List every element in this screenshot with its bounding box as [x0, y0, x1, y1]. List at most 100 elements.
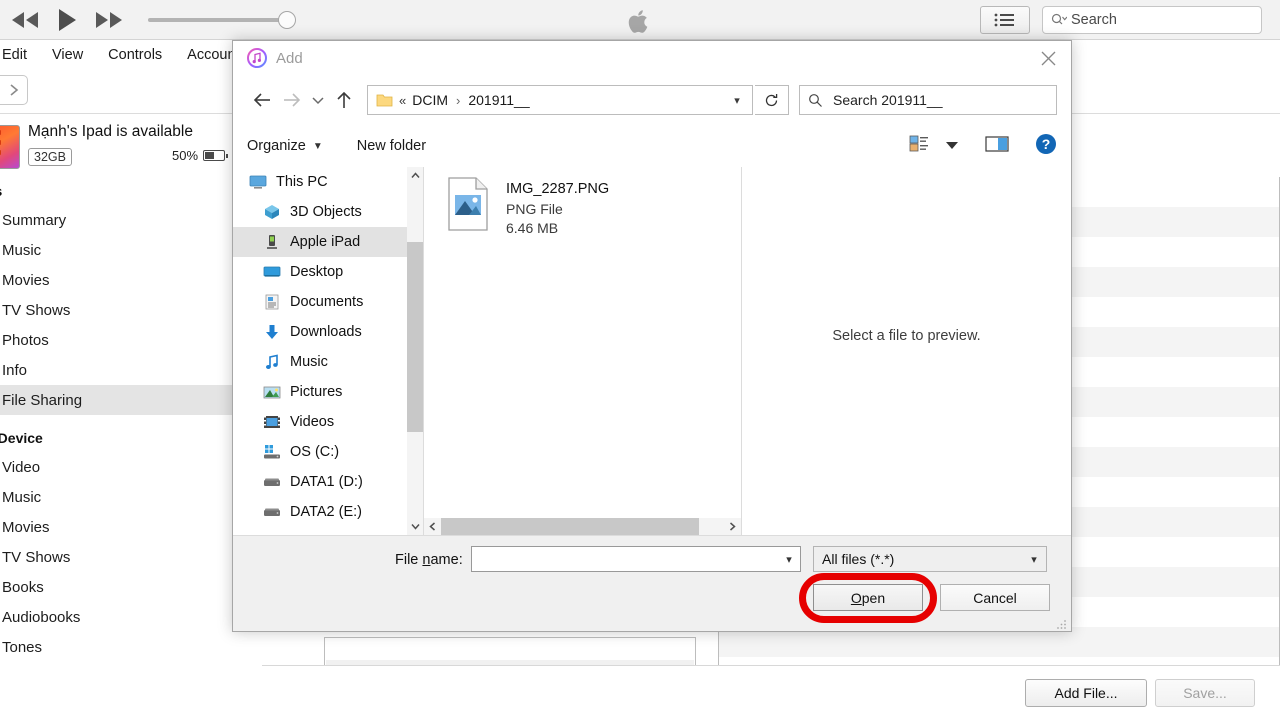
- file-name-input[interactable]: ▾: [471, 546, 801, 572]
- sidebar-device-music[interactable]: Music: [0, 482, 232, 512]
- tree-item-label: Documents: [290, 294, 364, 310]
- chevron-right-icon[interactable]: [0, 75, 28, 105]
- tree-item-music[interactable]: Music: [233, 347, 407, 377]
- folder-icon: [376, 93, 393, 107]
- tree-item-this-pc[interactable]: This PC: [233, 167, 407, 197]
- file-list-scroll-thumb[interactable]: [441, 518, 699, 535]
- list-item[interactable]: IMG_2287.PNG PNG File 6.46 MB: [446, 177, 609, 236]
- tree-item-documents[interactable]: Documents: [233, 287, 407, 317]
- refresh-icon[interactable]: [755, 85, 789, 115]
- preview-pane: Select a file to preview.: [741, 167, 1071, 535]
- device-name: Mạnh's Ipad is available: [28, 123, 193, 140]
- transport-controls: [8, 0, 126, 40]
- scroll-right-icon[interactable]: [724, 518, 741, 535]
- cancel-button[interactable]: Cancel: [940, 584, 1050, 611]
- sidebar-item-summary[interactable]: Summary: [0, 205, 232, 235]
- menu-edit[interactable]: Edit: [2, 47, 27, 63]
- tree-scroll-track[interactable]: [407, 184, 423, 518]
- tree-item-os-c[interactable]: OS (C:): [233, 437, 407, 467]
- search-icon: [1051, 13, 1067, 25]
- sidebar-item-tvshows[interactable]: TV Shows: [0, 295, 232, 325]
- chevron-down-icon[interactable]: ▾: [778, 553, 800, 566]
- file-list-scroll-track[interactable]: [441, 518, 724, 535]
- sidebar-device-video[interactable]: Video: [0, 452, 232, 482]
- tree-item-desktop[interactable]: Desktop: [233, 257, 407, 287]
- tree-item-label: Desktop: [290, 264, 344, 280]
- arrow-left-icon[interactable]: [247, 85, 277, 115]
- scroll-down-icon[interactable]: [407, 518, 423, 535]
- chevron-down-icon[interactable]: [307, 85, 329, 115]
- view-options-icon[interactable]: [909, 135, 929, 158]
- chevron-down-icon: ▼: [312, 140, 323, 152]
- chevron-down-icon[interactable]: [945, 137, 959, 155]
- scroll-up-icon[interactable]: [407, 167, 423, 184]
- rewind-icon[interactable]: [8, 10, 42, 30]
- sidebar-device-books[interactable]: Books: [0, 572, 232, 602]
- sidebar-device-audiobooks[interactable]: Audiobooks: [0, 602, 232, 632]
- itunes-search-input[interactable]: Search: [1042, 6, 1262, 34]
- organize-button[interactable]: Organize ▼: [247, 138, 323, 154]
- dialog-toolbar: Organize ▼ New folder ?: [233, 125, 1071, 167]
- chevron-down-icon[interactable]: ▾: [726, 94, 748, 107]
- volume-slider[interactable]: [148, 0, 296, 40]
- breadcrumb-dcim[interactable]: DCIM: [412, 92, 448, 108]
- tree-item-data1-d[interactable]: DATA1 (D:): [233, 467, 407, 497]
- tree-item-apple-ipad[interactable]: Apple iPad: [233, 227, 407, 257]
- resize-grip[interactable]: [1056, 617, 1068, 629]
- breadcrumb-separator: ›: [456, 92, 461, 108]
- tree-vertical-scrollbar[interactable]: [407, 167, 423, 535]
- sidebar-device-movies[interactable]: Movies: [0, 512, 232, 542]
- breadcrumb-201911[interactable]: 201911__: [468, 92, 529, 108]
- file-list[interactable]: IMG_2287.PNG PNG File 6.46 MB: [423, 167, 741, 535]
- sidebar-item-photos[interactable]: Photos: [0, 325, 232, 355]
- battery-percent: 50%: [172, 148, 199, 163]
- dialog-search-input[interactable]: Search 201911__: [799, 85, 1057, 115]
- play-icon[interactable]: [56, 7, 78, 33]
- drive-icon: [263, 503, 281, 521]
- tree-item-3d-objects[interactable]: 3D Objects: [233, 197, 407, 227]
- sidebar-item-info[interactable]: Info: [0, 355, 232, 385]
- png-file-icon: [446, 177, 490, 231]
- scroll-left-icon[interactable]: [424, 518, 441, 535]
- menu-view[interactable]: View: [52, 47, 83, 63]
- tree-item-label: Music: [290, 354, 328, 370]
- tree-item-videos[interactable]: Videos: [233, 407, 407, 437]
- volume-knob[interactable]: [278, 11, 296, 29]
- ipad-thumbnail: [0, 125, 20, 169]
- sidebar-item-movies[interactable]: Movies: [0, 265, 232, 295]
- tree-item-downloads[interactable]: Downloads: [233, 317, 407, 347]
- chevron-down-icon[interactable]: ▾: [1022, 553, 1046, 566]
- battery-icon: [203, 150, 229, 161]
- arrow-up-icon[interactable]: [329, 85, 359, 115]
- add-file-button[interactable]: Add File...: [1025, 679, 1147, 707]
- close-icon[interactable]: [1025, 41, 1071, 75]
- file-type-select[interactable]: All files (*.*) ▾: [813, 546, 1047, 572]
- menu-controls[interactable]: Controls: [108, 47, 162, 63]
- preview-pane-icon[interactable]: [985, 135, 1009, 158]
- sidebar-device-tones[interactable]: Tones: [0, 632, 232, 662]
- tree-item-label: Apple iPad: [290, 234, 361, 250]
- sidebar-item-file-sharing[interactable]: File Sharing: [0, 385, 232, 415]
- tree-item-data2-e[interactable]: DATA2 (E:): [233, 497, 407, 527]
- save-button[interactable]: Save...: [1155, 679, 1255, 707]
- new-folder-label: New folder: [356, 138, 427, 154]
- sidebar-device-tvshows[interactable]: TV Shows: [0, 542, 232, 572]
- sidebar-item-music[interactable]: Music: [0, 235, 232, 265]
- arrow-right-icon[interactable]: [277, 85, 307, 115]
- dialog-navigation-bar: « DCIM › 201911__ ▾ Search 201911__: [233, 75, 1071, 125]
- tree-item-label: OS (C:): [290, 444, 340, 460]
- fast-forward-icon[interactable]: [92, 10, 126, 30]
- tree-item-pictures[interactable]: Pictures: [233, 377, 407, 407]
- file-list-horizontal-scrollbar[interactable]: [424, 518, 741, 535]
- drive-icon: [263, 473, 281, 491]
- address-bar[interactable]: « DCIM › 201911__ ▾: [367, 85, 753, 115]
- tree-scroll-thumb[interactable]: [407, 242, 423, 432]
- breadcrumb-overflow[interactable]: «: [399, 93, 406, 108]
- help-icon[interactable]: ?: [1035, 133, 1057, 160]
- tree-item-label: Downloads: [290, 324, 362, 340]
- open-button[interactable]: Open: [813, 584, 923, 611]
- new-folder-button[interactable]: New folder: [357, 138, 426, 154]
- dialog-search-placeholder: Search 201911__: [833, 92, 943, 108]
- tree-item-label: DATA2 (E:): [290, 504, 362, 520]
- list-view-icon[interactable]: [980, 6, 1030, 34]
